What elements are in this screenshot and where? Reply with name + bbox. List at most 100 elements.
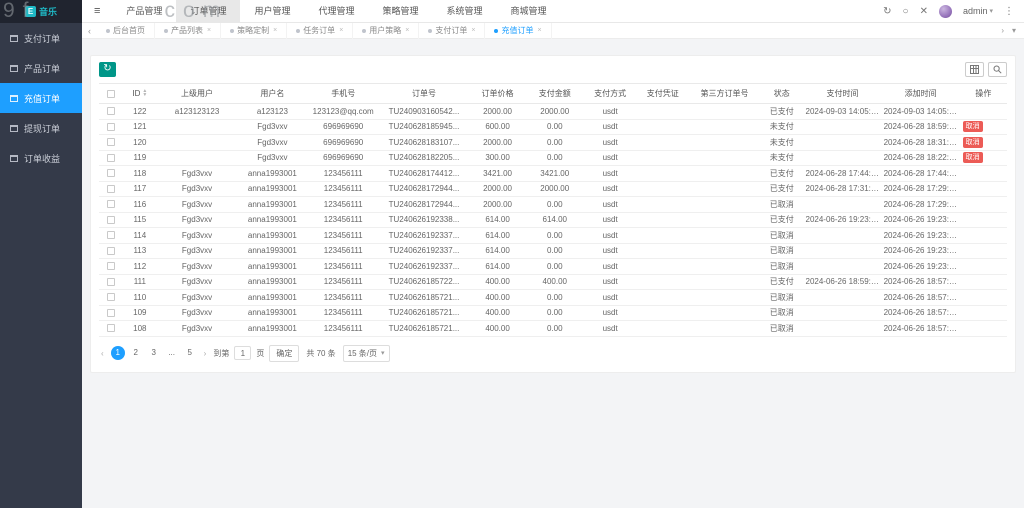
goto-page-input[interactable] <box>234 346 251 360</box>
cell-pay-time <box>804 305 882 321</box>
cell-parent: Fgd3vxv <box>157 166 237 182</box>
cell-actions <box>960 259 1007 275</box>
cell-parent: Fgd3vxv <box>157 197 237 213</box>
tab-item[interactable]: 任务订单× <box>287 23 353 39</box>
cell-status: 未支付 <box>760 119 804 135</box>
sidebar-item[interactable]: 产品订单 <box>0 53 82 83</box>
user-menu[interactable]: admin ▾ <box>963 6 993 16</box>
column-header: 状态 <box>760 84 804 104</box>
prev-page-icon[interactable]: ‹ <box>99 349 106 358</box>
page-number-button[interactable]: 5 <box>183 346 197 360</box>
more-icon[interactable]: ⋮ <box>1004 6 1014 17</box>
avatar[interactable] <box>939 5 952 18</box>
select-all-checkbox[interactable] <box>107 90 115 98</box>
sidebar-item[interactable]: 提现订单 <box>0 113 82 143</box>
fullscreen-icon[interactable]: ✕ <box>920 6 928 17</box>
cell-add-time: 2024-06-26 18:57:22 <box>882 274 960 290</box>
close-icon[interactable]: × <box>273 27 277 34</box>
row-checkbox[interactable] <box>107 231 115 239</box>
cell-pay-time <box>804 135 882 151</box>
cell-actions <box>960 228 1007 244</box>
cell-method: usdt <box>584 104 637 120</box>
row-checkbox[interactable] <box>107 293 115 301</box>
cancel-order-button[interactable]: 取消 <box>963 137 983 148</box>
username: admin <box>963 6 988 16</box>
cell-method: usdt <box>584 228 637 244</box>
sort-icons[interactable]: ▲▼ <box>142 90 147 97</box>
cell-username: anna1993001 <box>237 274 308 290</box>
row-checkbox[interactable] <box>107 138 115 146</box>
tab-item[interactable]: 用户策略× <box>353 23 419 39</box>
cell-pay-time <box>804 197 882 213</box>
cancel-order-button[interactable]: 取消 <box>963 121 983 132</box>
nav-item[interactable]: 产品管理 <box>112 0 176 23</box>
columns-filter-button[interactable] <box>965 62 984 77</box>
tabs-scroll-right-icon[interactable]: › <box>1001 26 1004 35</box>
row-checkbox[interactable] <box>107 200 115 208</box>
nav-item[interactable]: 系统管理 <box>433 0 497 23</box>
nav-item[interactable]: 用户管理 <box>240 0 304 23</box>
cell-status: 已支付 <box>760 181 804 197</box>
cell-order-no: TU240626192337... <box>379 228 470 244</box>
search-toggle-button[interactable] <box>988 62 1007 77</box>
circle-icon[interactable]: ○ <box>903 6 909 17</box>
nav-item[interactable]: 订单管理 <box>176 0 240 23</box>
row-checkbox[interactable] <box>107 123 115 131</box>
tabs-menu-icon[interactable]: ▾ <box>1012 26 1016 35</box>
cell-username: anna1993001 <box>237 197 308 213</box>
cell-pay-time <box>804 228 882 244</box>
tab-item[interactable]: 后台首页 <box>97 23 155 39</box>
row-checkbox[interactable] <box>107 169 115 177</box>
sidebar-item[interactable]: 充值订单 <box>0 83 82 113</box>
refresh-table-button[interactable]: ↻ <box>99 62 116 77</box>
row-checkbox[interactable] <box>107 309 115 317</box>
row-checkbox[interactable] <box>107 278 115 286</box>
per-page-select[interactable]: 15 条/页 ▾ <box>343 345 390 362</box>
row-checkbox[interactable] <box>107 324 115 332</box>
close-icon[interactable]: × <box>405 27 409 34</box>
tab-item[interactable]: 充值订单× <box>485 23 551 39</box>
nav-item[interactable]: 策略管理 <box>368 0 432 23</box>
cell-pay-time <box>804 150 882 166</box>
menu-toggle-icon[interactable]: ≡ <box>82 5 112 17</box>
page-number-button[interactable]: 2 <box>129 346 143 360</box>
cell-id: 121 <box>123 119 158 135</box>
close-icon[interactable]: × <box>207 27 211 34</box>
page-number-button[interactable]: 1 <box>111 346 125 360</box>
goto-confirm-button[interactable]: 确定 <box>269 345 299 362</box>
row-checkbox[interactable] <box>107 262 115 270</box>
cell-third-no <box>689 228 760 244</box>
row-checkbox[interactable] <box>107 107 115 115</box>
cell-id: 118 <box>123 166 158 182</box>
tab-item[interactable]: 产品列表× <box>155 23 221 39</box>
tabs-scroll-left-icon[interactable]: ‹ <box>82 26 97 36</box>
row-checkbox[interactable] <box>107 185 115 193</box>
cell-username: anna1993001 <box>237 290 308 306</box>
tab-item[interactable]: 支付订单× <box>419 23 485 39</box>
sidebar-item[interactable]: 支付订单 <box>0 23 82 53</box>
tab-dot-icon <box>296 29 300 33</box>
cell-order-no: TU240628174412... <box>379 166 470 182</box>
cell-amount: 0.00 <box>526 305 584 321</box>
sidebar-item[interactable]: 订单收益 <box>0 143 82 173</box>
next-page-icon[interactable]: › <box>202 349 209 358</box>
close-icon[interactable]: × <box>471 27 475 34</box>
row-checkbox[interactable] <box>107 247 115 255</box>
tab-item[interactable]: 策略定制× <box>221 23 287 39</box>
cancel-order-button[interactable]: 取消 <box>963 152 983 163</box>
cell-third-no <box>689 274 760 290</box>
nav-item[interactable]: 代理管理 <box>304 0 368 23</box>
refresh-icon[interactable]: ↻ <box>883 6 891 17</box>
sort-desc-icon[interactable]: ▼ <box>142 94 147 98</box>
close-icon[interactable]: × <box>537 27 541 34</box>
cell-proof <box>636 119 689 135</box>
cell-phone: 123456111 <box>308 290 379 306</box>
cell-username: anna1993001 <box>237 243 308 259</box>
nav-item[interactable]: 商城管理 <box>497 0 561 23</box>
page-number-button[interactable]: 3 <box>147 346 161 360</box>
row-checkbox[interactable] <box>107 154 115 162</box>
cell-phone: 123456111 <box>308 181 379 197</box>
row-checkbox[interactable] <box>107 216 115 224</box>
cell-price: 614.00 <box>469 228 525 244</box>
close-icon[interactable]: × <box>339 27 343 34</box>
